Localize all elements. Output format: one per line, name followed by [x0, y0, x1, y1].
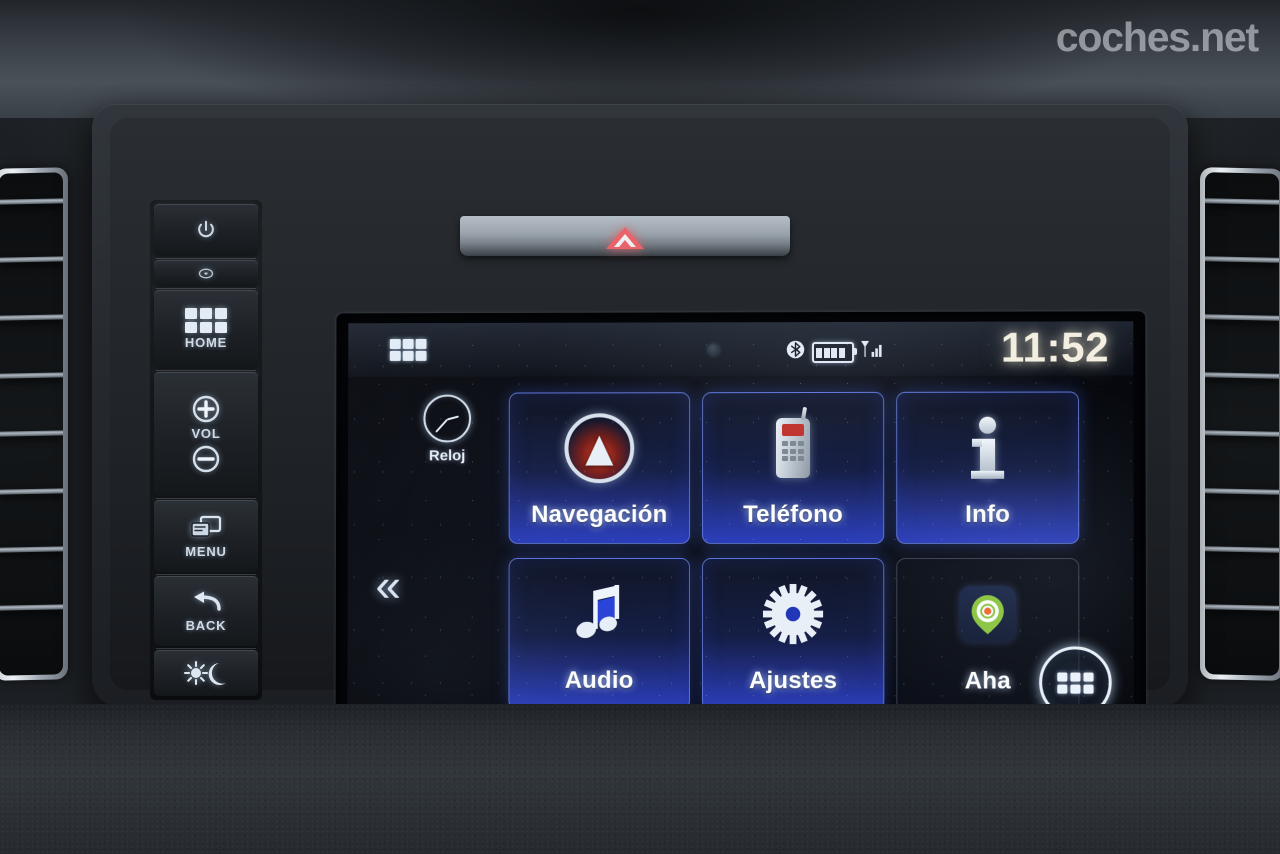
back-arrow-icon	[194, 591, 221, 611]
power-icon	[198, 220, 214, 238]
clock-widget[interactable]: Reloj	[409, 394, 485, 465]
sun-moon-icon	[183, 660, 226, 686]
battery-icon	[812, 341, 855, 364]
tile-label: Aha	[964, 667, 1011, 695]
status-bar: 11:52	[348, 321, 1134, 377]
phone-icon	[703, 411, 883, 485]
hard-key-column: HOME VOL MENU BACK	[150, 200, 262, 700]
vent-throat-left	[0, 172, 63, 676]
tile-label: Teléfono	[743, 500, 844, 529]
back-button[interactable]: BACK	[154, 576, 258, 646]
grid-home-icon	[185, 308, 227, 333]
tile-label: Ajustes	[748, 667, 838, 695]
tile-navegacion[interactable]: Navegación	[508, 392, 691, 545]
infotainment-head-unit: HOME VOL MENU BACK 11:52 Reloj « Navegac…	[92, 104, 1188, 786]
aha-pin-icon	[897, 577, 1078, 651]
signal-bars-icon	[860, 340, 882, 357]
home-button[interactable]: HOME	[154, 290, 258, 368]
menu-windows-icon	[191, 515, 222, 537]
home-tile-grid: Navegación Teléfono Info Audio Ajustes A…	[508, 391, 1080, 729]
air-vent-right[interactable]	[1200, 167, 1280, 681]
hazard-button-strip	[460, 216, 790, 256]
previous-page-chevron-icon[interactable]: «	[375, 559, 400, 611]
bluetooth-icon	[787, 341, 805, 359]
tile-info[interactable]: Info	[896, 391, 1080, 544]
car-dashboard: HOME VOL MENU BACK 11:52 Reloj « Navegac…	[0, 0, 1280, 854]
minus-icon	[192, 445, 220, 473]
app-drawer-icon	[1057, 672, 1094, 694]
menu-button[interactable]: MENU	[154, 500, 258, 572]
plus-icon	[192, 395, 220, 423]
tile-telefono[interactable]: Teléfono	[702, 391, 885, 545]
disc-eject-small-icon	[198, 268, 214, 278]
status-clock: 11:52	[1000, 323, 1110, 371]
gear-icon	[703, 577, 883, 651]
day-night-button[interactable]	[154, 650, 258, 696]
disc-slot-button[interactable]	[154, 260, 258, 286]
home-button-label: HOME	[184, 335, 228, 350]
power-button[interactable]	[154, 204, 258, 256]
tile-ajustes[interactable]: Ajustes	[701, 557, 885, 711]
tile-label: Info	[965, 500, 1011, 528]
air-vent-left[interactable]	[0, 167, 68, 681]
watermark: coches.net	[1055, 14, 1259, 60]
tile-audio[interactable]: Audio	[508, 557, 691, 711]
music-note-icon	[509, 577, 689, 651]
dashboard-lower-shelf	[0, 704, 1280, 854]
clock-widget-label: Reloj	[428, 447, 466, 465]
analog-clock-icon	[423, 394, 472, 443]
hazard-warning-button[interactable]	[602, 225, 648, 251]
menu-button-label: MENU	[185, 543, 227, 559]
volume-label: VOL	[191, 426, 221, 441]
camera-dot-icon	[708, 344, 720, 356]
volume-rocker[interactable]: VOL	[154, 372, 258, 496]
back-button-label: BACK	[185, 617, 227, 633]
info-icon	[897, 411, 1078, 485]
navigation-compass-icon	[510, 411, 689, 485]
tile-label: Audio	[564, 666, 634, 694]
vent-throat-right	[1205, 172, 1279, 676]
tile-label: Navegación	[531, 501, 668, 529]
hazard-triangle-icon	[606, 227, 644, 249]
apps-grid-icon[interactable]	[389, 338, 427, 361]
